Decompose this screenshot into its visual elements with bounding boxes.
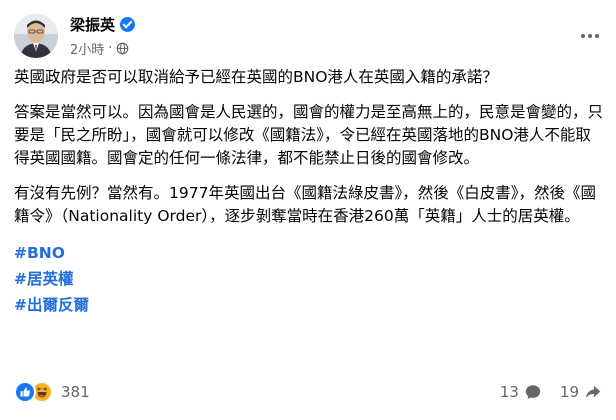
hashtag-link[interactable]: #出爾反爾 (14, 292, 604, 318)
timestamp-row: 2小時 · (70, 39, 135, 58)
post-paragraph: 有沒有先例？當然有。1977年英國出台《國籍法綠皮書》，然後《白皮書》，然後《國… (14, 184, 596, 225)
post-body: 英國政府是否可以取消給予已經在英國的BNO港人在英國入籍的承諾？ 答案是當然可以… (14, 66, 604, 318)
post-paragraph: 英國政府是否可以取消給予已經在英國的BNO港人在英國入籍的承諾？ (14, 68, 498, 86)
share-icon (585, 385, 601, 399)
hashtag-list: #BNO #居英權 #出爾反爾 (14, 240, 604, 318)
reaction-count: 381 (61, 383, 90, 401)
globe-icon[interactable] (116, 42, 129, 55)
verified-badge-icon (120, 17, 136, 32)
thumbs-up-glyph (20, 387, 31, 397)
post-stats-bar: 381 13 19 (14, 378, 602, 406)
share-stat[interactable]: 19 (560, 383, 602, 401)
post-paragraph: 答案是當然可以。因為國會是人民選的，國會的權力是至高無上的，民意是會變的，只要是… (14, 103, 604, 167)
comment-count: 13 (499, 383, 519, 401)
reaction-summary[interactable]: 381 (14, 381, 90, 403)
laughing-face-glyph (37, 387, 47, 398)
hashtag-link[interactable]: #BNO (14, 240, 604, 266)
post-header: 梁振英 2小時 · (14, 10, 602, 62)
facebook-post-card: 梁振英 2小時 · 英國政府是否可以取消給予已經在英國的BNO港人在英國入籍的承… (0, 0, 616, 420)
like-reaction-icon (14, 381, 36, 403)
share-count: 19 (559, 383, 579, 401)
more-options-icon[interactable] (578, 24, 602, 48)
engagement-stats: 13 19 (500, 383, 602, 401)
comment-stat[interactable]: 13 (500, 383, 542, 401)
time-separator: · (108, 41, 113, 56)
author-avatar[interactable] (14, 14, 58, 58)
hashtag-link[interactable]: #居英權 (14, 266, 604, 292)
post-meta: 梁振英 2小時 · (70, 14, 136, 58)
post-time[interactable]: 2小時 (70, 39, 104, 58)
comment-icon (525, 385, 541, 400)
author-row: 梁振英 (70, 14, 136, 35)
author-name[interactable]: 梁振英 (70, 14, 115, 35)
avatar-photo (14, 14, 58, 58)
more-dots (581, 34, 599, 38)
